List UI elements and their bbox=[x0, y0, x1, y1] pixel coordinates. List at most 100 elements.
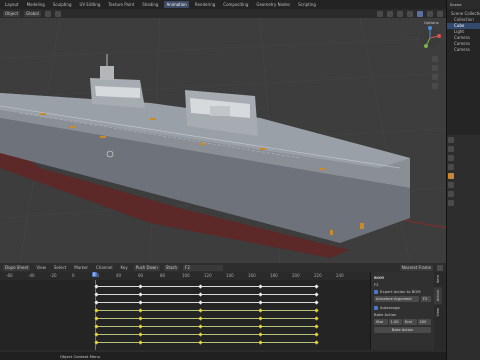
zoom-icon[interactable] bbox=[432, 56, 438, 62]
keyframe[interactable] bbox=[197, 307, 203, 313]
tab-shading[interactable]: Shading bbox=[140, 1, 160, 8]
keyframe[interactable] bbox=[257, 339, 263, 345]
outliner-item[interactable]: Camera bbox=[447, 47, 480, 53]
keyframe[interactable] bbox=[93, 323, 99, 329]
keyframe[interactable] bbox=[257, 291, 263, 297]
output-icon[interactable] bbox=[448, 155, 454, 161]
tab-texture-paint[interactable]: Texture Paint bbox=[106, 1, 136, 8]
keyframe[interactable] bbox=[93, 283, 99, 289]
keyframe[interactable] bbox=[257, 331, 263, 337]
track-row[interactable] bbox=[0, 299, 370, 305]
push-down-button[interactable]: Push Down bbox=[133, 264, 160, 271]
keyframe[interactable] bbox=[93, 307, 99, 313]
camera-icon[interactable] bbox=[432, 74, 438, 80]
dopesheet-menu-view[interactable]: View bbox=[34, 264, 48, 271]
keyframe[interactable] bbox=[137, 323, 143, 329]
keyframe[interactable] bbox=[197, 283, 203, 289]
object-icon[interactable] bbox=[448, 173, 454, 179]
start-field[interactable]: 1.00 bbox=[388, 319, 402, 325]
solid-shading-icon[interactable] bbox=[417, 10, 423, 17]
pan-hand-icon[interactable] bbox=[432, 65, 438, 71]
bake-action-button[interactable]: Bake Action bbox=[374, 327, 431, 333]
gizmo-icon[interactable] bbox=[387, 10, 393, 17]
expert-action-checkbox[interactable]: Expert Action to BOM bbox=[374, 289, 431, 294]
keyframe[interactable] bbox=[313, 283, 319, 289]
render-icon[interactable] bbox=[448, 146, 454, 152]
tab-animation[interactable]: Animation bbox=[164, 1, 189, 8]
track-row[interactable] bbox=[0, 283, 370, 289]
track-row[interactable] bbox=[0, 315, 370, 321]
xray-icon[interactable] bbox=[407, 10, 413, 17]
track-row[interactable] bbox=[0, 323, 370, 329]
keyframe[interactable] bbox=[137, 291, 143, 297]
tab-rendering[interactable]: Rendering bbox=[193, 1, 217, 8]
proportional-edit-icon[interactable] bbox=[54, 10, 61, 17]
material-shading-icon[interactable] bbox=[427, 10, 433, 17]
keyframe[interactable] bbox=[93, 315, 99, 321]
keyframe[interactable] bbox=[257, 307, 263, 313]
track-row[interactable] bbox=[0, 339, 370, 345]
tab-uv-editing[interactable]: UV Editing bbox=[78, 1, 103, 8]
keyframe[interactable] bbox=[137, 307, 143, 313]
keyframe[interactable] bbox=[197, 339, 203, 345]
keyframe-tracks[interactable] bbox=[0, 280, 370, 350]
visibility-icon[interactable] bbox=[377, 10, 383, 17]
action-name-field[interactable]: F2 bbox=[183, 264, 224, 271]
keyframe[interactable] bbox=[197, 323, 203, 329]
nearest-frame-dropdown[interactable]: Nearest Frame bbox=[399, 264, 433, 271]
track-row[interactable] bbox=[0, 331, 370, 337]
keyframe[interactable] bbox=[257, 283, 263, 289]
tab-modeling[interactable]: Modeling bbox=[25, 1, 47, 8]
scene-icon[interactable] bbox=[448, 164, 454, 170]
keyframe[interactable] bbox=[313, 331, 319, 337]
grid-icon[interactable] bbox=[432, 83, 438, 89]
dopesheet-menu-channel[interactable]: Channel bbox=[94, 264, 114, 271]
keyframe[interactable] bbox=[137, 339, 143, 345]
keyframe[interactable] bbox=[257, 299, 263, 305]
frame-ruler[interactable]: -60 -40 -20 0 20 40 60 80 100 120 140 160 180 200 220 2… bbox=[0, 272, 370, 280]
mode-dropdown[interactable]: Object bbox=[3, 10, 21, 17]
keyframe[interactable] bbox=[197, 315, 203, 321]
stash-button[interactable]: Stash bbox=[163, 264, 180, 271]
tool-icon[interactable] bbox=[448, 137, 454, 143]
constraint-icon[interactable] bbox=[448, 191, 454, 197]
tab-layout[interactable]: Layout bbox=[3, 1, 21, 8]
keyframe[interactable] bbox=[313, 339, 319, 345]
track-row[interactable] bbox=[0, 307, 370, 313]
3d-viewport[interactable]: Options bbox=[0, 18, 446, 263]
autorange-checkbox[interactable]: Autorange bbox=[374, 305, 431, 310]
tab-scripting[interactable]: Scripting bbox=[296, 1, 318, 8]
track-row[interactable] bbox=[0, 291, 370, 297]
dopesheet-menu-marker[interactable]: Marker bbox=[72, 264, 90, 271]
options-label[interactable]: Options bbox=[424, 20, 439, 25]
keyframe[interactable] bbox=[137, 283, 143, 289]
keyframe[interactable] bbox=[93, 299, 99, 305]
keyframe[interactable] bbox=[313, 307, 319, 313]
navigation-gizmo[interactable] bbox=[418, 26, 442, 50]
dopesheet-menu-select[interactable]: Select bbox=[52, 264, 68, 271]
keyframe[interactable] bbox=[93, 291, 99, 297]
keyframe[interactable] bbox=[313, 315, 319, 321]
overlay-icon[interactable] bbox=[397, 10, 403, 17]
filter-icon[interactable] bbox=[437, 264, 443, 271]
keyframe[interactable] bbox=[257, 315, 263, 321]
armature-field[interactable]: Armature Argument bbox=[374, 296, 419, 302]
keyframe[interactable] bbox=[313, 323, 319, 329]
tab-sculpting[interactable]: Sculpting bbox=[51, 1, 74, 8]
keyframe[interactable] bbox=[197, 299, 203, 305]
render-shading-icon[interactable] bbox=[437, 10, 443, 17]
sidebar-tab-action[interactable]: Action bbox=[434, 287, 442, 305]
current-frame-indicator[interactable]: 0 bbox=[92, 272, 97, 277]
keyframe[interactable] bbox=[313, 299, 319, 305]
orientation-dropdown[interactable]: Global bbox=[24, 10, 41, 17]
keyframe[interactable] bbox=[137, 331, 143, 337]
snap-icon[interactable] bbox=[44, 10, 51, 17]
keyframe[interactable] bbox=[313, 291, 319, 297]
tab-compositing[interactable]: Compositing bbox=[221, 1, 250, 8]
armature-value[interactable]: F2 bbox=[421, 296, 431, 302]
sidebar-tab-view[interactable]: View bbox=[434, 305, 442, 320]
keyframe[interactable] bbox=[197, 291, 203, 297]
keyframe[interactable] bbox=[93, 339, 99, 345]
end-field[interactable]: 200 bbox=[417, 319, 431, 325]
dopesheet-mode-dropdown[interactable]: Dope Sheet bbox=[3, 264, 31, 271]
